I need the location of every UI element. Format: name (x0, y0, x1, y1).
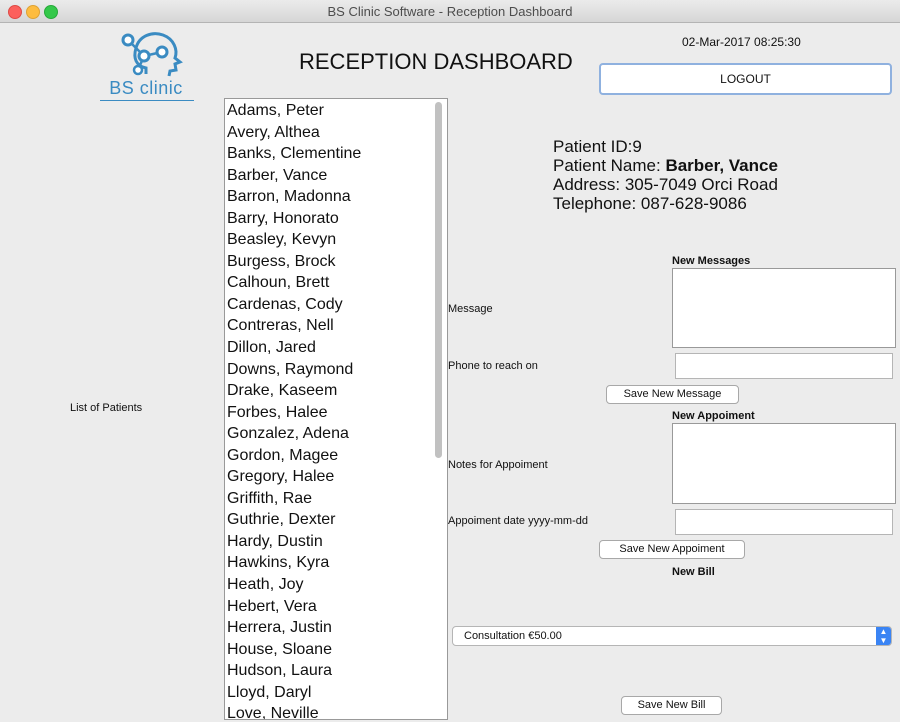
patient-list-label: List of Patients (70, 402, 143, 414)
patient-list-item[interactable]: Griffith, Rae (227, 488, 447, 510)
phone-label: Phone to reach on (448, 360, 538, 372)
save-new-appointment-button[interactable]: Save New Appoiment (599, 540, 745, 559)
select-arrows-icon[interactable]: ▲ ▼ (876, 627, 891, 645)
patient-list-item[interactable]: Herrera, Justin (227, 617, 447, 639)
window-title: BS Clinic Software - Reception Dashboard (327, 4, 573, 19)
patient-phone-label: Telephone: (553, 194, 641, 213)
save-new-bill-button[interactable]: Save New Bill (621, 696, 722, 715)
patient-list-item[interactable]: Gonzalez, Adena (227, 423, 447, 445)
logout-button[interactable]: LOGOUT (599, 63, 892, 95)
patient-list-item[interactable]: Beasley, Kevyn (227, 229, 447, 251)
clinic-logo: BS clinic (96, 28, 196, 101)
patient-list-item[interactable]: Hebert, Vera (227, 596, 447, 618)
new-appointment-title: New Appoiment (672, 410, 755, 422)
appointment-date-input[interactable] (675, 509, 893, 535)
patient-list-item[interactable]: Dillon, Jared (227, 337, 447, 359)
patient-id-line: Patient ID:9 (553, 137, 778, 156)
patient-id-value: 9 (632, 137, 642, 156)
new-messages-title: New Messages (672, 255, 751, 267)
patient-list-item[interactable]: Banks, Clementine (227, 143, 447, 165)
patient-list-item[interactable]: House, Sloane (227, 639, 447, 661)
bill-item-selected: Consultation €50.00 (464, 630, 562, 642)
patient-list[interactable]: Adams, Peter Avery, Althea Banks, Clementi… (224, 98, 448, 720)
patient-list-item[interactable]: Guthrie, Dexter (227, 509, 447, 531)
patient-phone-line: Telephone: 087-628-9086 (553, 194, 778, 213)
patient-list-item[interactable]: Heath, Joy (227, 574, 447, 596)
patient-list-item[interactable]: Adams, Peter (227, 100, 447, 122)
patient-list-item[interactable]: Love, Neville (227, 703, 447, 719)
bill-item-select[interactable]: Consultation €50.00 ▲ ▼ (452, 626, 892, 646)
reception-dashboard: BS clinic RECEPTION DASHBOARD 02-Mar-201… (0, 23, 900, 722)
save-new-message-button[interactable]: Save New Message (606, 385, 739, 404)
patient-name-line: Patient Name: Barber, Vance (553, 156, 778, 175)
new-bill-title: New Bill (672, 566, 715, 578)
patient-address-line: Address: 305-7049 Orci Road (553, 175, 778, 194)
patient-list-items: Adams, Peter Avery, Althea Banks, Clementi… (225, 99, 447, 719)
patient-list-item[interactable]: Barry, Honorato (227, 208, 447, 230)
patient-phone-value: 087-628-9086 (640, 194, 747, 213)
patient-list-item[interactable]: Hudson, Laura (227, 660, 447, 682)
patient-list-item[interactable]: Drake, Kaseem (227, 380, 447, 402)
patient-list-item[interactable]: Avery, Althea (227, 122, 447, 144)
patient-list-item[interactable]: Cardenas, Cody (227, 294, 447, 316)
patient-list-item[interactable]: Downs, Raymond (227, 359, 447, 381)
current-datetime: 02-Mar-2017 08:25:30 (682, 35, 801, 49)
patient-list-item[interactable]: Barron, Madonna (227, 186, 447, 208)
patient-name-value: Barber, Vance (665, 156, 778, 175)
phone-input[interactable] (675, 353, 893, 379)
patient-list-item[interactable]: Gordon, Magee (227, 445, 447, 467)
page-title: RECEPTION DASHBOARD (299, 49, 573, 74)
patient-name-label: Patient Name: (553, 156, 666, 175)
patient-list-scrollbar[interactable] (435, 102, 442, 458)
patient-list-item[interactable]: Hawkins, Kyra (227, 552, 447, 574)
appointment-notes-label: Notes for Appoiment (448, 459, 548, 471)
appointment-date-label: Appoiment date yyyy-mm-dd (448, 515, 588, 527)
patient-list-item[interactable]: Lloyd, Daryl (227, 682, 447, 704)
logo-text: BS clinic (109, 78, 183, 98)
patient-list-item[interactable]: Burgess, Brock (227, 251, 447, 273)
patient-info: Patient ID:9 Patient Name: Barber, Vance… (553, 137, 778, 213)
appointment-notes-textarea[interactable] (672, 423, 896, 504)
head-network-icon (121, 32, 183, 77)
message-label: Message (448, 303, 493, 315)
patient-list-item[interactable]: Gregory, Halee (227, 466, 447, 488)
title-bar: BS Clinic Software - Reception Dashboard (0, 0, 900, 23)
patient-list-item[interactable]: Calhoun, Brett (227, 272, 447, 294)
logo-underline (100, 100, 194, 101)
patient-address-label: Address: (553, 175, 625, 194)
patient-list-item[interactable]: Barber, Vance (227, 165, 447, 187)
patient-list-item[interactable]: Contreras, Nell (227, 315, 447, 337)
patient-id-label: Patient ID: (553, 137, 633, 156)
patient-list-item[interactable]: Hardy, Dustin (227, 531, 447, 553)
patient-list-item[interactable]: Forbes, Halee (227, 402, 447, 424)
message-textarea[interactable] (672, 268, 896, 348)
patient-address-value: 305-7049 Orci Road (624, 175, 778, 194)
